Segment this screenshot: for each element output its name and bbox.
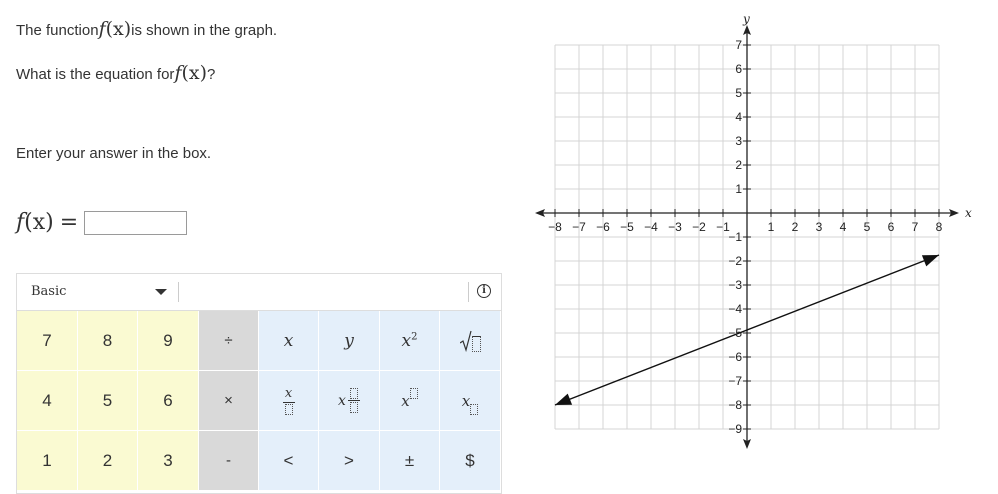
- y-tick-label: 7: [735, 38, 742, 52]
- key-4[interactable]: 4: [17, 371, 78, 431]
- answer-row: f (x) =: [16, 210, 188, 235]
- key-label: x: [283, 330, 294, 351]
- x-tick-label: 1: [768, 220, 775, 234]
- instruction-text: Enter your answer in the box.: [16, 145, 212, 162]
- answer-function-argument: (x): [24, 210, 54, 235]
- coordinate-graph: xy−8 −7 −6 −5 −4 −3 −2 −1 1 2 3 4 5 6 7 87654321−1−2−3−…: [535, 12, 972, 449]
- key-8[interactable]: 8: [78, 311, 138, 371]
- fraction-icon: x: [282, 386, 295, 415]
- x-tick-label: 7: [912, 220, 919, 234]
- key-divide[interactable]: ÷: [199, 311, 259, 371]
- key-exponent[interactable]: x: [380, 371, 440, 431]
- key-mixed-number[interactable]: x: [319, 371, 380, 431]
- x-tick-label: −5: [620, 220, 634, 234]
- keypad-mode-select[interactable]: Basic: [31, 284, 66, 299]
- key-1[interactable]: 1: [17, 431, 78, 491]
- key-subscript[interactable]: x: [440, 371, 501, 431]
- key-7[interactable]: 7: [17, 311, 78, 371]
- key-greater-than[interactable]: >: [319, 431, 380, 491]
- y-tick-label: 2: [735, 158, 742, 172]
- key-label: y: [344, 330, 354, 351]
- y-tick-label: −8: [728, 398, 742, 412]
- chevron-down-icon[interactable]: [155, 289, 167, 295]
- function-name: f: [98, 18, 106, 40]
- y-tick-label: 1: [735, 182, 742, 196]
- function-argument: (x): [105, 18, 132, 40]
- x-tick-label: 8: [936, 220, 943, 234]
- keypad-grid: 7 8 9 ÷ x y x2 4 5 6 × x x x x 1 2 3 - <…: [17, 311, 501, 491]
- key-2[interactable]: 2: [78, 431, 138, 491]
- x-tick-label: 6: [888, 220, 895, 234]
- x-axis-label: x: [965, 206, 972, 220]
- y-tick-label: 5: [735, 86, 742, 100]
- key-x-squared[interactable]: x2: [380, 311, 440, 371]
- key-5[interactable]: 5: [78, 371, 138, 431]
- x-tick-label: −3: [668, 220, 682, 234]
- key-plus-minus[interactable]: ±: [380, 431, 440, 491]
- y-tick-label: −2: [728, 254, 742, 268]
- x-tick-label: 3: [816, 220, 823, 234]
- answer-input[interactable]: [84, 210, 188, 235]
- question-text: ?: [207, 66, 216, 83]
- key-square-root[interactable]: [440, 311, 501, 371]
- toolbar-divider: [468, 282, 469, 302]
- key-minus[interactable]: -: [199, 431, 259, 491]
- key-label: x2: [401, 330, 418, 351]
- question-text: What is the equation for: [16, 66, 175, 83]
- y-tick-label: 4: [735, 110, 742, 124]
- sqrt-icon: [459, 330, 481, 352]
- x-tick-label: 5: [864, 220, 871, 234]
- subscript-icon: x: [462, 392, 479, 415]
- key-dollar[interactable]: $: [440, 431, 501, 491]
- x-tick-label: −7: [572, 220, 586, 234]
- x-tick-label: 2: [792, 220, 799, 234]
- question-line-2: What is the equation forf(x)?: [16, 62, 215, 84]
- x-tick-label: −6: [596, 220, 610, 234]
- y-tick-label: −7: [728, 374, 742, 388]
- line-arrow-start: [555, 393, 573, 405]
- key-fraction[interactable]: x: [259, 371, 319, 431]
- keypad-toolbar: Basic i: [17, 274, 501, 311]
- function-argument: (x): [181, 62, 208, 84]
- math-keypad: Basic i 7 8 9 ÷ x y x2 4 5 6 × x x x x 1…: [16, 273, 502, 494]
- y-axis-label: y: [742, 12, 750, 26]
- x-tick-label: −2: [692, 220, 706, 234]
- key-x[interactable]: x: [259, 311, 319, 371]
- key-y[interactable]: y: [319, 311, 380, 371]
- x-tick-label: −4: [644, 220, 658, 234]
- y-tick-label: 3: [735, 134, 742, 148]
- equals-sign: =: [59, 210, 79, 235]
- y-tick-label: −1: [728, 230, 742, 244]
- key-9[interactable]: 9: [138, 311, 199, 371]
- y-tick-label: 6: [735, 62, 742, 76]
- mixed-number-icon: x: [338, 388, 360, 413]
- y-tick-label: −4: [728, 302, 742, 316]
- question-text: The function: [16, 22, 99, 39]
- question-line-1: The functionf(x)is shown in the graph.: [16, 18, 277, 40]
- info-icon[interactable]: i: [477, 284, 491, 298]
- key-less-than[interactable]: <: [259, 431, 319, 491]
- answer-function-name: f: [16, 210, 25, 235]
- x-tick-label: 4: [840, 220, 847, 234]
- y-tick-label: −3: [728, 278, 742, 292]
- exponent-icon: x: [401, 387, 418, 410]
- key-multiply[interactable]: ×: [199, 371, 259, 431]
- key-3[interactable]: 3: [138, 431, 199, 491]
- key-6[interactable]: 6: [138, 371, 199, 431]
- x-tick-label: −8: [548, 220, 562, 234]
- question-text: is shown in the graph.: [131, 22, 278, 39]
- y-tick-label: −6: [728, 350, 742, 364]
- toolbar-divider: [178, 282, 179, 302]
- y-tick-label: −9: [728, 422, 742, 436]
